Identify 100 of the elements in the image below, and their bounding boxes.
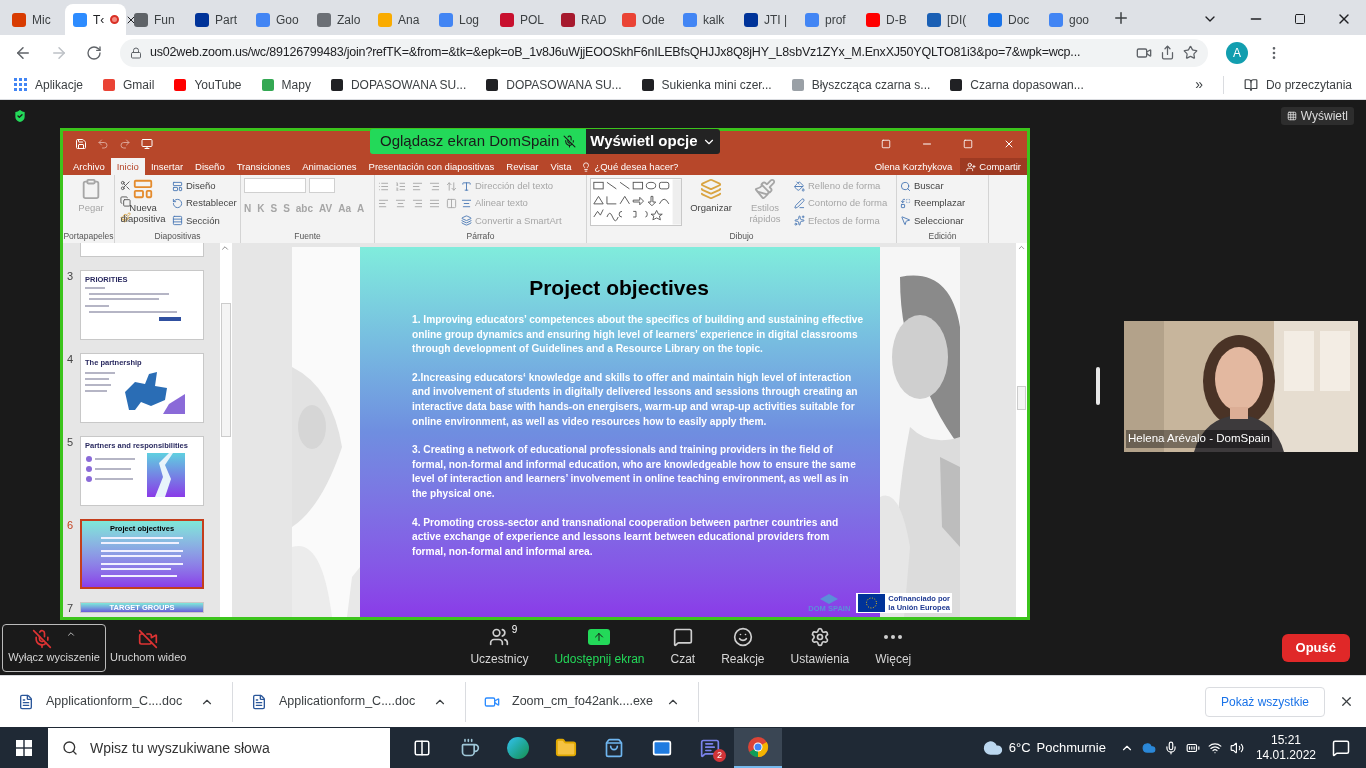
scrollbar[interactable]	[220, 243, 232, 617]
slide-thumbnail[interactable]	[80, 243, 204, 257]
wifi-icon[interactable]	[1207, 741, 1222, 755]
toolbar-button[interactable]: Czat	[670, 627, 696, 668]
show-all-button[interactable]: Pokaż wszystkie	[1204, 686, 1325, 717]
browser-tab[interactable]: D-B	[858, 4, 919, 35]
more-bookmarks-button[interactable]: »	[1195, 74, 1203, 95]
mic-off-icon	[563, 135, 577, 148]
ribbon-button[interactable]: Organizar	[686, 178, 736, 213]
new-tab-icon[interactable]	[1112, 9, 1130, 27]
scroll-thumb[interactable]	[221, 303, 231, 437]
bookmark-item[interactable]: DOPASOWANA SU...	[486, 75, 622, 94]
browser-tab[interactable]: Log	[431, 4, 492, 35]
toolbar-button[interactable]: Reakcje	[721, 627, 765, 668]
ribbon-button[interactable]: Seleccionar	[900, 213, 966, 228]
view-button[interactable]: Wyświetl	[1280, 106, 1354, 125]
tab-title: Part	[215, 11, 237, 29]
more-icon	[884, 635, 903, 639]
browser-tab[interactable]: Part	[187, 4, 248, 35]
download-item[interactable]: Applicationform_C....doc	[233, 681, 466, 722]
browser-tab[interactable]: prof	[797, 4, 858, 35]
restore-icon[interactable]	[1294, 13, 1306, 25]
shield-icon[interactable]	[12, 107, 28, 124]
scrollbar[interactable]	[1016, 243, 1027, 617]
ribbon-tab[interactable]: Diseño	[189, 158, 231, 175]
font-name-field[interactable]	[244, 178, 306, 193]
bookmark-item[interactable]: Czarna dopasowan...	[950, 75, 1084, 94]
toolbar-button[interactable]: Udostępnij ekran	[554, 627, 645, 668]
ribbon-tab[interactable]: Vista	[544, 158, 578, 175]
ribbon-tab[interactable]: Animaciones	[296, 158, 363, 175]
browser-tab[interactable]: POL	[492, 4, 553, 35]
toolbar-button[interactable]: Więcej	[875, 627, 912, 668]
ribbon-button[interactable]: Sección	[172, 213, 237, 228]
bookmark-item[interactable]: DOPASOWANA SU...	[330, 75, 467, 94]
document-icon	[251, 693, 267, 710]
browser-tab[interactable]: JTI |	[736, 4, 797, 35]
cut-icon[interactable]	[120, 180, 131, 191]
bookmark-item[interactable]: Gmail	[103, 75, 155, 94]
start-video-button[interactable]: Uruchom wideo	[110, 629, 187, 666]
share-button[interactable]: Compartir	[960, 158, 1027, 175]
present-icon[interactable]	[141, 137, 153, 150]
font-size-field[interactable]	[309, 178, 335, 193]
ribbon-tab[interactable]: Inicio	[110, 158, 145, 175]
clock[interactable]: 15:21 14.01.2022	[1255, 733, 1316, 763]
bookmark-star-icon[interactable]	[1183, 45, 1198, 60]
browser-tab[interactable]: Ode	[614, 4, 675, 35]
view-options-button[interactable]: Wyświetl opcje	[586, 129, 720, 154]
reload-icon[interactable]	[86, 44, 102, 61]
tab-title: JTI |	[764, 11, 788, 29]
close-icon[interactable]	[1339, 694, 1354, 709]
leave-button[interactable]: Opuść	[1281, 633, 1350, 662]
browser-tab[interactable]: kalk	[675, 4, 736, 35]
copy-icon[interactable]	[120, 196, 131, 207]
notifications-icon[interactable]	[1332, 739, 1350, 757]
ribbon-tab[interactable]: Transiciones	[230, 158, 297, 175]
ribbon-tab[interactable]: Revisar	[500, 158, 545, 175]
bookmark-item[interactable]: Błyszcząca czarna s...	[791, 75, 931, 94]
save-icon[interactable]	[75, 137, 87, 150]
browser-tab[interactable]: Ana	[370, 4, 431, 35]
download-item[interactable]: Applicationform_C....doc	[0, 681, 233, 722]
bookmark-item[interactable]: Sukienka mini czer...	[641, 75, 772, 94]
tab-title: Fun	[154, 11, 175, 29]
download-item[interactable]: Zoom_cm_fo42ank....exe	[466, 681, 699, 722]
toolbar-button[interactable]: Ustawienia	[790, 627, 850, 668]
ribbon-button[interactable]: Buscar	[900, 179, 966, 194]
browser-tab[interactable]: goo	[1041, 4, 1102, 35]
battery-icon[interactable]	[1185, 741, 1200, 755]
browser-tab[interactable]: Goo	[248, 4, 309, 35]
browser-tab[interactable]: Fun	[126, 4, 187, 35]
windows-start-icon[interactable]	[16, 740, 32, 756]
ribbon-button[interactable]: Diseño	[172, 179, 237, 194]
ribbon-tab[interactable]: Archivo	[67, 158, 111, 175]
browser-tab[interactable]: Zalo	[309, 4, 370, 35]
tab-title: Ode	[642, 11, 665, 29]
ribbon-tab[interactable]: Presentación con diapositivas	[362, 158, 501, 175]
weather-widget[interactable]: 6°C Pochmurnie	[982, 738, 1106, 758]
browser-tab[interactable]: [DI(	[919, 4, 980, 35]
ribbon-display-icon[interactable]	[881, 138, 891, 149]
tell-me-field[interactable]: ¿Qué desea hacer?	[581, 158, 679, 175]
reading-list-button[interactable]: Do przeczytania	[1243, 75, 1352, 94]
microphone-icon[interactable]	[1163, 741, 1178, 755]
taskbar-app[interactable]: 2	[686, 728, 734, 768]
bookmark-item[interactable]: Mapy	[261, 75, 311, 94]
browser-tab[interactable]: Mic	[4, 4, 65, 35]
browser-tab[interactable]: RAD	[553, 4, 614, 35]
unmute-button[interactable]: Wyłącz wyciszenie	[2, 623, 106, 672]
cloud-icon[interactable]	[1141, 741, 1156, 755]
search-field[interactable]: Wpisz tu wyszukiwane słowa	[48, 728, 390, 768]
share-icon[interactable]	[1160, 45, 1175, 60]
browser-tab[interactable]: Doc	[980, 4, 1041, 35]
bookmark-item[interactable]: Aplikacje	[14, 75, 84, 94]
splitter-handle[interactable]	[1096, 367, 1100, 405]
bookmark-item[interactable]: YouTube	[174, 75, 242, 94]
shape-gallery[interactable]	[590, 178, 682, 226]
volume-icon[interactable]	[1229, 741, 1244, 755]
ribbon-button[interactable]: Reemplazar	[900, 196, 966, 211]
scroll-thumb[interactable]	[1017, 386, 1026, 410]
address-bar[interactable]: us02web.zoom.us/wc/89126799483/join?refTK=&from=&tk=&epk=oB_1v8J6uWjjEOOSkhF6nILEBfsQHJJx8Q8jHY_L8sbVz1ZYx_M.EnxXJ50YQLTO81i3&po=7&wpk=wcp...	[120, 38, 1208, 67]
ribbon-tab[interactable]: Insertar	[144, 158, 190, 175]
ribbon-button[interactable]: Restablecer	[172, 196, 237, 211]
